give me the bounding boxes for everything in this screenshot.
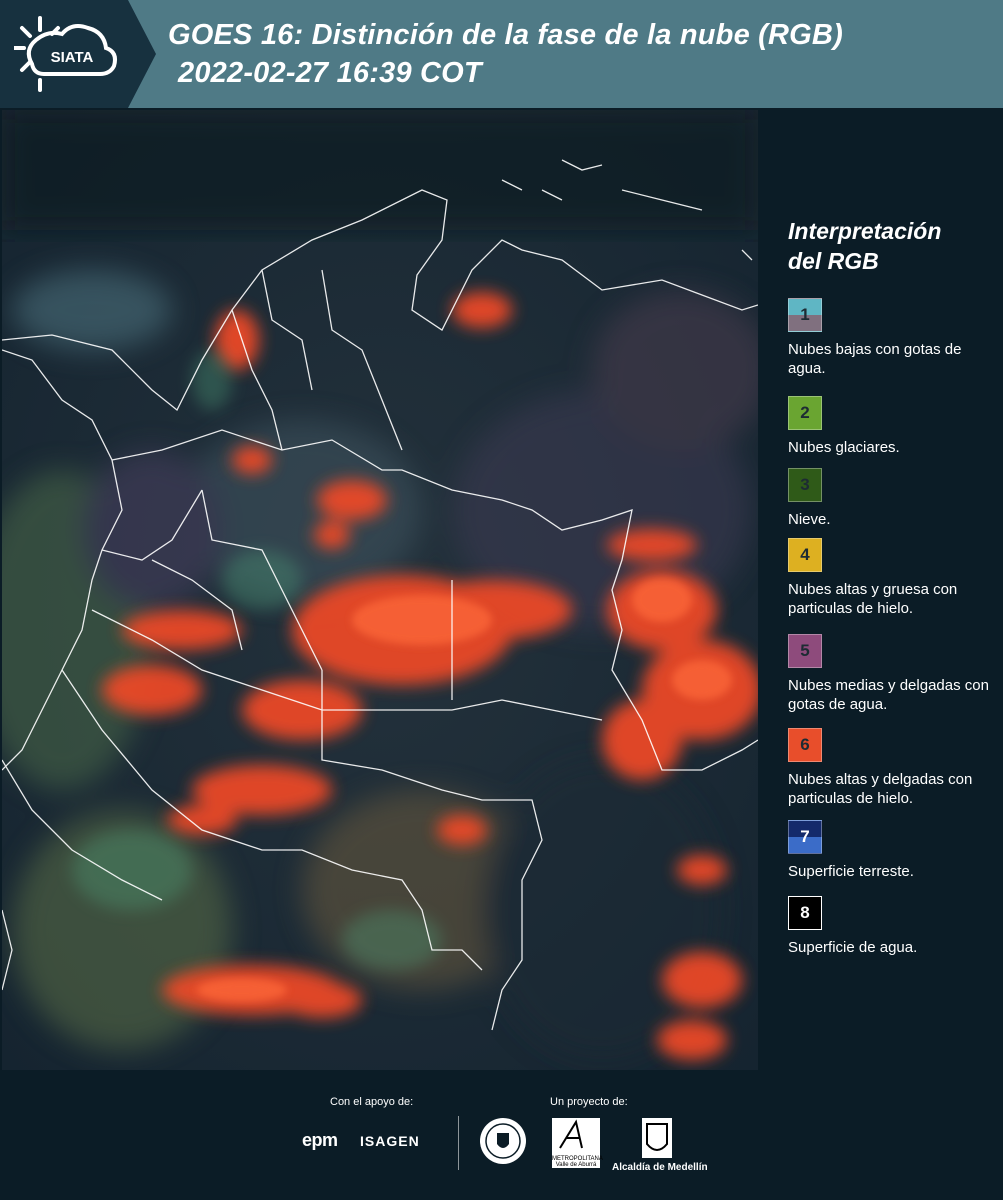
legend-title-line-2: del RGB [788, 248, 879, 274]
legend-description: Nubes altas y gruesa con particulas de h… [788, 581, 958, 617]
footer: Con el apoyo de: Un proyecto de: epm ISA… [0, 1070, 1003, 1200]
satellite-image [2, 110, 758, 1070]
legend-number: 3 [800, 475, 810, 494]
legend-description: Nubes medias y delgadas con gotas de agu… [788, 677, 989, 713]
legend-title-line-1: Interpretación [788, 218, 942, 244]
legend-number: 2 [800, 403, 810, 422]
legend-number: 7 [800, 827, 810, 846]
area-metropolitana-label: METROPOLITANA Valle de Aburrá [552, 1156, 603, 1168]
legend-description: Superficie de agua. [788, 939, 918, 956]
legend-item: 3 Nieve. [788, 468, 1003, 529]
siata-logo: SIATA [14, 16, 117, 92]
legend-swatch: 5 [788, 634, 822, 668]
legend-item: 7 Superficie terreste. [788, 820, 1003, 881]
legend-number: 6 [800, 735, 810, 754]
header: SIATA GOES 16: Distinción de la fase de … [0, 0, 1003, 108]
isagen-logo: ISAGEN [360, 1133, 420, 1149]
legend-description: Nubes bajas con gotas de agua. [788, 341, 962, 377]
legend-swatch: 3 [788, 468, 822, 502]
legend-description: Nubes glaciares. [788, 439, 900, 456]
legend-swatch: 2 [788, 396, 822, 430]
seal-icon [480, 1118, 526, 1164]
legend-swatch: 4 [788, 538, 822, 572]
legend-swatch: 6 [788, 728, 822, 762]
satellite-map [2, 110, 758, 1070]
page-title: GOES 16: Distinción de la fase de la nub… [168, 16, 843, 92]
legend-description: Nieve. [788, 511, 831, 528]
logo-arrow [128, 0, 156, 108]
legend-item: 5 Nubes medias y delgadas con gotas de a… [788, 634, 1003, 714]
alcaldia-shield-icon [642, 1118, 672, 1158]
legend-swatch: 1 [788, 298, 822, 332]
legend-item: 4 Nubes altas y gruesa con particulas de… [788, 538, 1003, 618]
support-label: Con el apoyo de: [330, 1096, 414, 1108]
legend-swatch: 7 [788, 820, 822, 854]
legend-item: 6 Nubes altas y delgadas con particulas … [788, 728, 1003, 808]
epm-logo: epm [302, 1130, 338, 1150]
legend-description: Nubes altas y delgadas con particulas de… [788, 771, 973, 807]
legend-title: Interpretación del RGB [788, 216, 941, 276]
legend-number: 4 [800, 545, 810, 564]
legend-item: 2 Nubes glaciares. [788, 396, 1003, 457]
legend-number: 5 [800, 641, 810, 660]
logo-text: SIATA [51, 49, 94, 66]
alcaldia-label: Alcaldía de Medellín [612, 1162, 708, 1173]
logo-panel: SIATA [0, 0, 128, 108]
legend-number: 1 [800, 305, 810, 324]
legend-item: 8 Superficie de agua. [788, 896, 1003, 957]
legend-panel: Interpretación del RGB 1 Nubes bajas con… [760, 110, 1003, 1070]
area-icon [559, 1119, 583, 1149]
legend-description: Superficie terreste. [788, 863, 914, 880]
legend-number: 8 [800, 903, 810, 922]
project-label: Un proyecto de: [550, 1096, 628, 1108]
footer-divider [458, 1116, 459, 1170]
legend-item: 1 Nubes bajas con gotas de agua. [788, 298, 1003, 378]
title-line-1: GOES 16: Distinción de la fase de la nub… [168, 19, 843, 51]
title-timestamp: 2022-02-27 16:39 COT [178, 57, 482, 89]
legend-swatch: 8 [788, 896, 822, 930]
